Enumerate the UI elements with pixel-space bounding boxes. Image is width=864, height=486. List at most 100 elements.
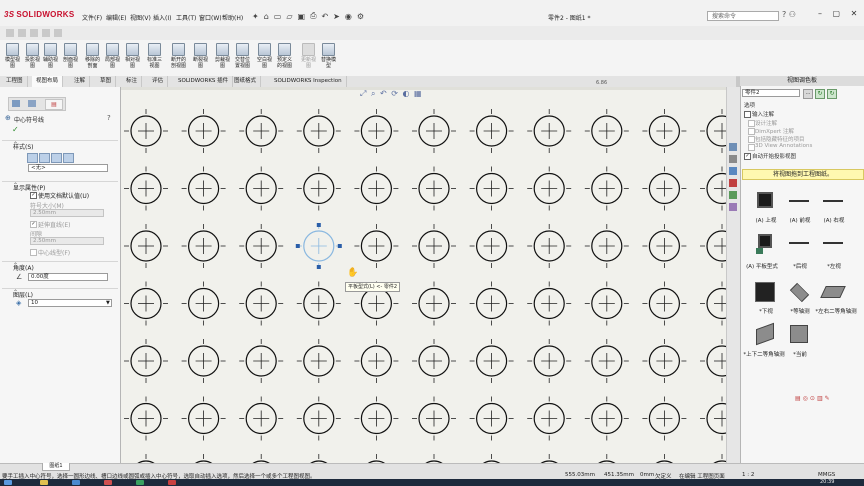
help-icon[interactable]: ?	[107, 114, 111, 122]
view-thumb-flat-pattern[interactable]	[754, 234, 776, 254]
center-mark[interactable]	[124, 109, 168, 153]
help-icon[interactable]: ?	[782, 10, 786, 19]
center-mark[interactable]	[412, 224, 456, 268]
center-mark[interactable]	[296, 281, 341, 326]
center-mark[interactable]	[642, 339, 687, 383]
file-explorer-tab-icon[interactable]	[729, 167, 737, 175]
command-tab[interactable]: 评估	[148, 76, 169, 87]
view-thumb-back[interactable]	[788, 234, 810, 252]
ribbon-button-1[interactable]: 投影视图	[24, 43, 41, 69]
center-mark[interactable]	[469, 224, 514, 268]
pin-icon[interactable]: ✦	[252, 12, 259, 21]
center-mark[interactable]	[527, 281, 572, 326]
feature-tree-tab-icon[interactable]	[12, 100, 20, 107]
center-mark[interactable]	[239, 339, 284, 383]
center-mark[interactable]	[527, 339, 572, 383]
ribbon-button-11[interactable]: 交替位置视图	[234, 43, 251, 69]
extended-lines-checkbox[interactable]: ✓	[30, 221, 37, 228]
center-mark[interactable]	[124, 166, 168, 211]
center-mark[interactable]	[642, 396, 687, 441]
ribbon-button-5[interactable]: 局部视图	[104, 43, 121, 69]
center-mark[interactable]	[296, 166, 341, 211]
selection-handle[interactable]	[316, 265, 321, 269]
annotation-icon[interactable]: ◎	[803, 395, 810, 402]
menu-window[interactable]: 窗口(W)	[199, 13, 222, 22]
center-mark[interactable]	[642, 109, 687, 153]
ribbon-button-4[interactable]: 移除的剖面	[84, 43, 101, 69]
browse-icon[interactable]: …	[803, 89, 813, 99]
menu-file[interactable]: 文件(F)	[82, 13, 102, 22]
center-mark[interactable]	[124, 281, 168, 326]
view-thumb-current[interactable]	[788, 324, 810, 343]
user-icon[interactable]: ⚇	[789, 10, 796, 19]
doc-icon[interactable]	[30, 29, 38, 37]
status-units[interactable]: MMGS	[818, 472, 835, 478]
display-style-icon[interactable]: ▦	[414, 89, 423, 98]
refresh-icon[interactable]: ↻	[827, 89, 837, 99]
center-mark[interactable]	[296, 339, 341, 383]
explorer-icon[interactable]	[40, 480, 48, 485]
center-mark[interactable]	[470, 454, 514, 463]
command-tab[interactable]: 图纸格式	[230, 76, 262, 87]
save-icon[interactable]: ▣	[298, 12, 306, 21]
mark-size-field[interactable]: 2.50mm	[30, 209, 104, 217]
center-mark[interactable]	[354, 339, 399, 383]
center-mark[interactable]	[584, 281, 629, 326]
view-thumb-front[interactable]	[788, 192, 810, 210]
center-mark[interactable]	[296, 396, 341, 441]
browser-icon[interactable]	[72, 480, 80, 485]
annotation-icon[interactable]: ✎	[825, 395, 832, 402]
chevron-up-icon[interactable]: ⌃	[13, 141, 115, 148]
custom-properties-tab-icon[interactable]	[729, 203, 737, 211]
center-mark[interactable]	[124, 339, 168, 383]
menu-edit[interactable]: 编辑(E)	[106, 13, 126, 22]
apply-style-icon[interactable]	[27, 153, 38, 163]
center-mark[interactable]	[124, 454, 168, 463]
center-mark[interactable]	[239, 281, 284, 326]
center-mark[interactable]	[239, 396, 284, 441]
appearances-tab-icon[interactable]	[729, 191, 737, 199]
center-mark[interactable]	[585, 454, 629, 463]
center-mark[interactable]	[354, 109, 399, 153]
center-mark[interactable]	[642, 281, 687, 326]
command-tab[interactable]: 注解	[70, 76, 91, 87]
3d-annotations-checkbox[interactable]	[748, 144, 755, 151]
style-section[interactable]: 样式(S) ⌃	[2, 140, 118, 151]
center-mark[interactable]	[354, 224, 399, 268]
center-mark[interactable]	[700, 339, 726, 383]
center-mark[interactable]	[527, 166, 572, 211]
menu-view[interactable]: 视图(V)	[130, 13, 151, 22]
update-style-icon[interactable]	[39, 153, 50, 163]
command-tab[interactable]: SOLIDWORKS Inspection	[270, 76, 347, 87]
ribbon-button-3[interactable]: 剖面视图	[62, 43, 79, 69]
menu-tools[interactable]: 工具(T)	[176, 13, 196, 22]
center-mark[interactable]	[469, 166, 514, 211]
selection-handle[interactable]	[316, 223, 321, 227]
center-mark[interactable]	[239, 454, 283, 463]
view-thumb-bottom[interactable]	[754, 282, 776, 302]
doc-icon[interactable]	[18, 29, 26, 37]
use-doc-defaults-checkbox[interactable]: ✓	[30, 192, 37, 199]
center-mark[interactable]	[527, 109, 572, 153]
center-mark[interactable]	[354, 454, 398, 463]
section-view-icon[interactable]: ◐	[402, 89, 410, 98]
center-mark[interactable]	[584, 396, 629, 441]
center-mark[interactable]	[584, 339, 629, 383]
chevron-down-icon[interactable]: ▼	[106, 300, 110, 306]
select-arrow-icon[interactable]: ➤	[333, 12, 340, 21]
view-thumb-left[interactable]	[822, 234, 844, 252]
center-mark[interactable]	[700, 396, 726, 441]
home-icon[interactable]: ⌂	[264, 12, 269, 21]
centermark-tab-icon[interactable]: ▤	[45, 99, 63, 110]
center-mark[interactable]	[124, 396, 168, 441]
center-mark[interactable]	[584, 109, 629, 153]
selection-handle[interactable]	[295, 244, 300, 248]
new-document-icon[interactable]: ▭	[274, 12, 282, 21]
ribbon-button-10[interactable]: 剪裁视图	[214, 43, 231, 69]
center-mark[interactable]	[181, 339, 226, 383]
undo-icon[interactable]: ↶	[321, 12, 328, 21]
app-icon[interactable]	[104, 480, 112, 485]
ok-button[interactable]: ✓	[12, 125, 19, 134]
command-tab[interactable]: 视图布局	[32, 76, 64, 87]
center-mark[interactable]	[412, 109, 456, 153]
